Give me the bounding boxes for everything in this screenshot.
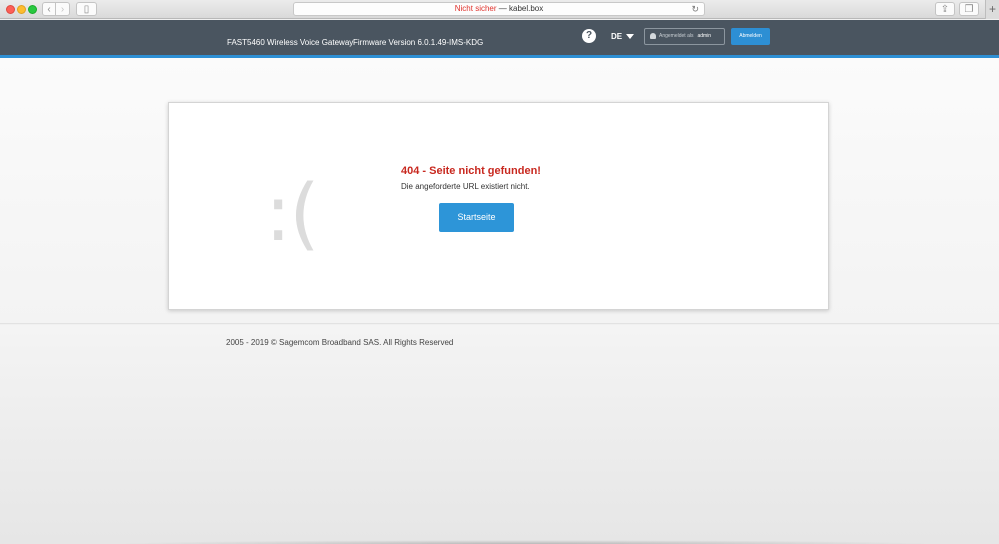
logged-in-user: Angemeldet als admin bbox=[644, 28, 725, 45]
chevron-right-icon: › bbox=[60, 3, 65, 15]
share-button[interactable]: ⇪ bbox=[935, 2, 955, 16]
username: admin bbox=[697, 33, 712, 39]
forward-button[interactable]: › bbox=[56, 2, 70, 16]
caret-down-icon[interactable] bbox=[626, 34, 634, 39]
tabs-icon: ❐ bbox=[964, 3, 974, 15]
router-header: FAST5460 Wireless Voice Gateway Firmware… bbox=[0, 20, 999, 55]
page-bottom bbox=[0, 325, 999, 544]
back-button[interactable]: ‹ bbox=[42, 2, 56, 16]
sad-face-icon: :( bbox=[265, 169, 320, 259]
error-title: 404 - Seite nicht gefunden! bbox=[401, 165, 541, 177]
address-bar[interactable]: Nicht sicher — kabel.box ↻ bbox=[293, 2, 705, 16]
firmware-version: Firmware Version 6.0.1.49-IMS-KDG bbox=[353, 38, 484, 47]
logout-button[interactable]: Abmelden bbox=[731, 28, 770, 45]
plus-icon: + bbox=[988, 2, 996, 16]
reload-icon[interactable]: ↻ bbox=[691, 3, 699, 15]
new-tab-button[interactable]: + bbox=[985, 0, 999, 19]
chevron-left-icon: ‹ bbox=[47, 3, 51, 15]
tab-overview-button[interactable]: ❐ bbox=[959, 2, 979, 16]
url-host: kabel.box bbox=[509, 4, 544, 13]
user-icon bbox=[650, 32, 656, 39]
home-button[interactable]: Startseite bbox=[439, 203, 514, 232]
page-shadow bbox=[110, 540, 940, 544]
logged-in-label: Angemeldet als bbox=[659, 33, 694, 39]
sidebar-icon: ▯ bbox=[83, 3, 90, 15]
window-minimize-button[interactable] bbox=[17, 5, 26, 14]
url-separator: — bbox=[496, 4, 509, 13]
error-message: Die angeforderte URL existiert nicht. bbox=[401, 182, 530, 191]
help-icon[interactable]: ? bbox=[582, 29, 596, 43]
device-name: FAST5460 Wireless Voice Gateway bbox=[227, 38, 354, 47]
sidebar-toggle-button[interactable]: ▯ bbox=[76, 2, 97, 16]
insecure-label: Nicht sicher bbox=[454, 4, 497, 13]
error-card: :( 404 - Seite nicht gefunden! Die angef… bbox=[168, 102, 829, 310]
footer-copyright: 2005 - 2019 © Sagemcom Broadband SAS. Al… bbox=[226, 338, 454, 347]
browser-toolbar: ‹ › ▯ Nicht sicher — kabel.box ↻ ⇪ ❐ + bbox=[0, 0, 999, 19]
language-select[interactable]: DE bbox=[611, 32, 622, 41]
share-icon: ⇪ bbox=[940, 3, 950, 15]
window-close-button[interactable] bbox=[6, 5, 15, 14]
window-maximize-button[interactable] bbox=[28, 5, 37, 14]
